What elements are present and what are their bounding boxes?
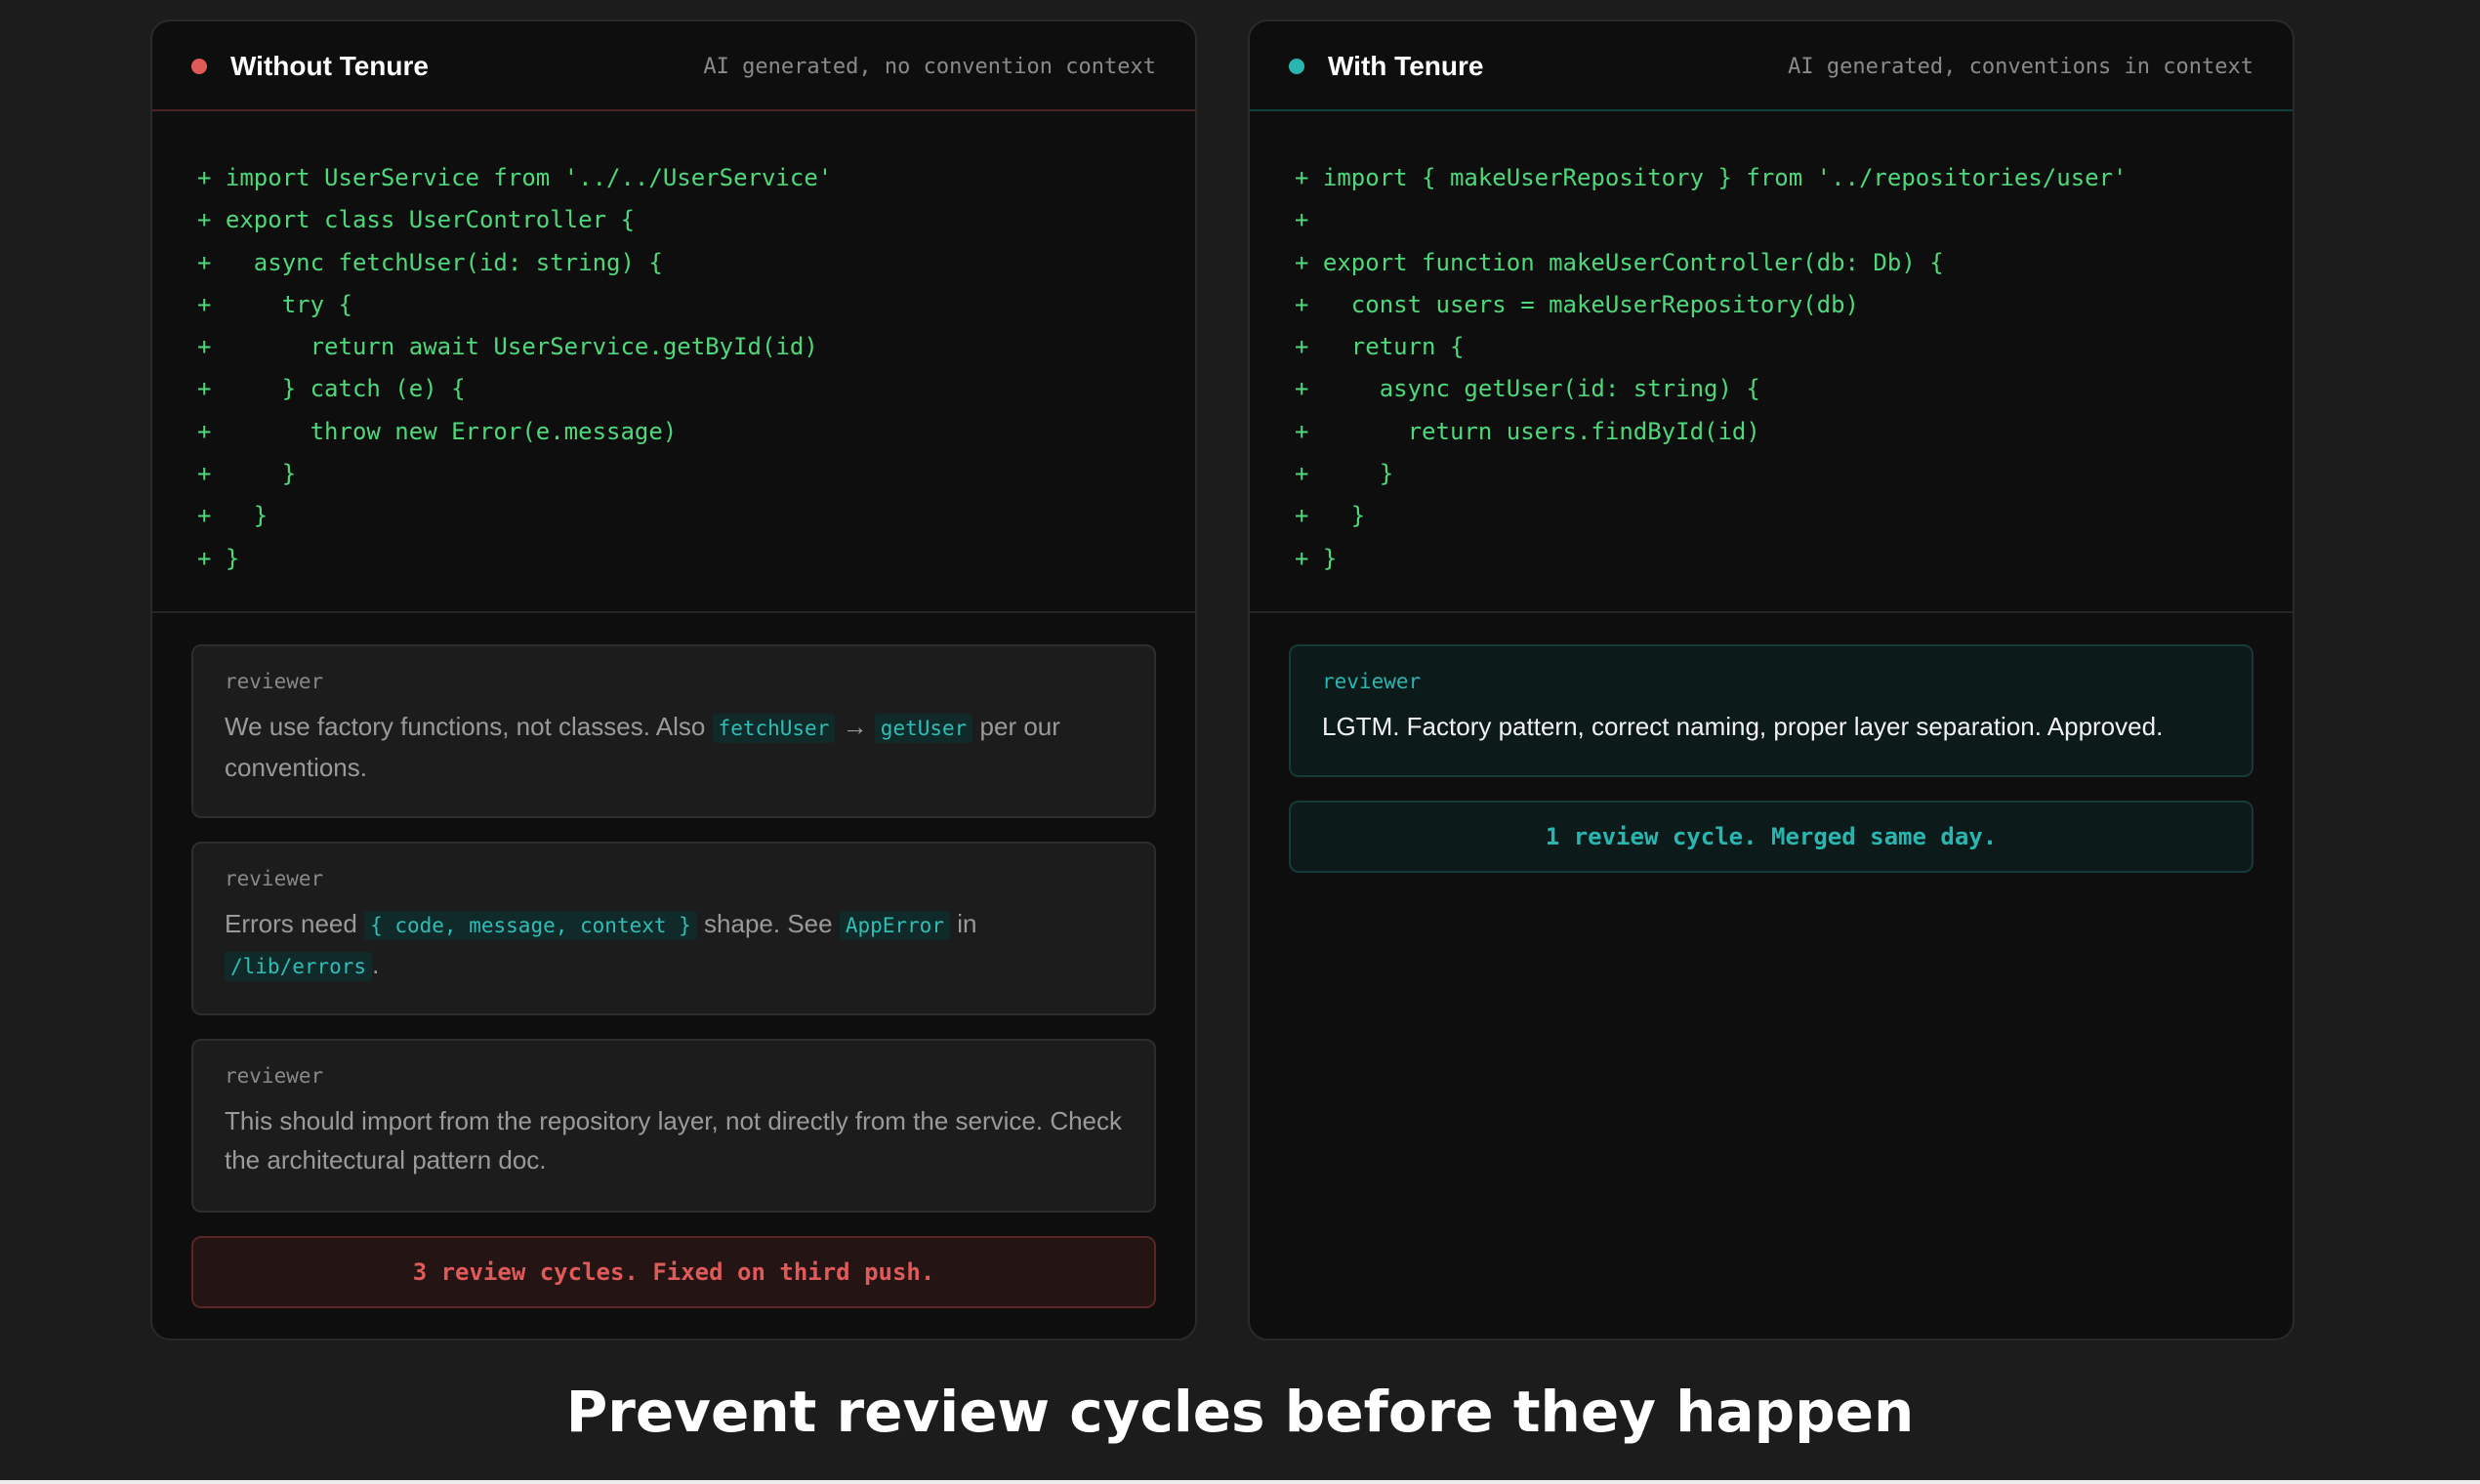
bottom-divider <box>0 1480 2480 1484</box>
comment-text-run: . <box>372 950 380 979</box>
comment-text: This should import from the repository l… <box>225 1101 1123 1179</box>
code-line: + } <box>197 460 297 488</box>
inline-code: AppError <box>839 911 950 940</box>
panel-subtitle: AI generated, no convention context <box>703 55 1156 79</box>
inline-code: { code, message, context } <box>364 911 697 940</box>
code-line: + import UserService from '../../UserSer… <box>197 164 833 191</box>
code-line: + return await UserService.getById(id) <box>197 333 818 361</box>
comment-author: reviewer <box>225 1064 324 1088</box>
code-line: + return { <box>1295 333 1465 361</box>
headline: Prevent review cycles before they happen <box>565 1379 1915 1445</box>
code-line: + } catch (e) { <box>197 375 466 403</box>
comment-text: Errors need { code, message, context } s… <box>225 904 1123 986</box>
panel-subtitle: AI generated, conventions in context <box>1788 55 2253 79</box>
inline-code: fetchUser <box>712 714 836 743</box>
status-dot-icon <box>1289 59 1304 74</box>
code-line: + async fetchUser(id: string) { <box>197 248 663 276</box>
code-line: + } <box>197 544 240 572</box>
code-line: + import { makeUserRepository } from '..… <box>1295 164 2128 191</box>
review-comments: reviewer LGTM. Factory pattern, correct n… <box>1250 613 2293 873</box>
panel-title: With Tenure <box>1328 51 1484 81</box>
review-comment: reviewer Errors need { code, message, con… <box>191 842 1156 1015</box>
panel-header: With Tenure AI generated, conventions in… <box>1250 21 2293 111</box>
code-line: + const users = makeUserRepository(db) <box>1295 290 1859 318</box>
comment-author: reviewer <box>1322 670 1422 693</box>
code-line: + return users.findById(id) <box>1295 417 1760 445</box>
status-dot-icon <box>191 59 207 74</box>
code-line: + } <box>1295 460 1394 488</box>
code-line: + throw new Error(e.message) <box>197 417 678 445</box>
code-line: + export function makeUserController(db:… <box>1295 248 1944 276</box>
inline-code: getUser <box>874 714 973 743</box>
code-diff: + import { makeUserRepository } from '..… <box>1250 111 2293 613</box>
with-tenure-panel: With Tenure AI generated, conventions in… <box>1248 20 2294 1340</box>
review-comments: reviewer We use factory functions, not cl… <box>152 613 1195 1308</box>
comment-text-run: Errors need <box>225 909 365 938</box>
review-comment: reviewer We use factory functions, not cl… <box>191 644 1156 818</box>
comment-text: We use factory functions, not classes. A… <box>225 707 1123 787</box>
comment-text-run: in <box>949 909 977 938</box>
code-line: + } <box>197 502 269 530</box>
review-summary-banner: 3 review cycles. Fixed on third push. <box>191 1236 1156 1308</box>
comment-text-run: shape. See <box>696 909 840 938</box>
code-line: + } <box>1295 502 1366 530</box>
comment-author: reviewer <box>225 670 324 693</box>
code-diff: + import UserService from '../../UserSer… <box>152 111 1195 613</box>
comment-text-run: We use factory functions, not classes. A… <box>225 712 713 741</box>
code-line: + <box>1295 206 1309 234</box>
without-tenure-panel: Without Tenure AI generated, no conventi… <box>150 20 1197 1340</box>
code-line: + async getUser(id: string) { <box>1295 375 1760 403</box>
code-line: + try { <box>197 290 352 318</box>
review-comment: reviewer LGTM. Factory pattern, correct n… <box>1289 644 2253 777</box>
panel-header: Without Tenure AI generated, no conventi… <box>152 21 1195 111</box>
code-line: + } <box>1295 544 1338 572</box>
review-summary-banner: 1 review cycle. Merged same day. <box>1289 801 2253 873</box>
panel-title: Without Tenure <box>230 51 429 81</box>
code-line: + export class UserController { <box>197 206 635 234</box>
comment-text-run: LGTM. Factory pattern, correct naming, p… <box>1322 712 2164 741</box>
review-comment: reviewer This should import from the repo… <box>191 1039 1156 1213</box>
comment-text: LGTM. Factory pattern, correct naming, p… <box>1322 707 2220 746</box>
comment-text-run: This should import from the repository l… <box>225 1106 1123 1175</box>
inline-code: /lib/errors <box>225 952 373 981</box>
comment-text-run: → <box>835 712 875 741</box>
comment-author: reviewer <box>225 867 324 890</box>
